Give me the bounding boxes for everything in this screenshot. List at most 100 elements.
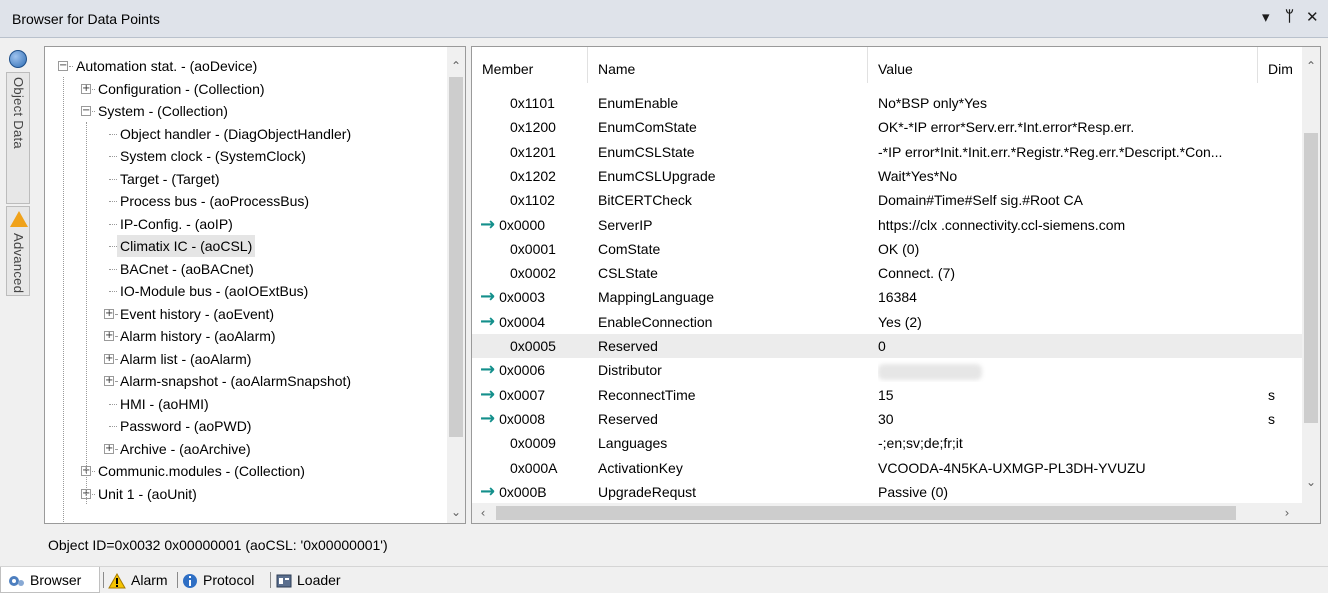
tree-connector	[109, 426, 117, 427]
expand-icon[interactable]: +	[104, 331, 114, 341]
tree-item[interactable]: Password - (aoPWD)	[45, 415, 445, 437]
tab-advanced[interactable]: Advanced	[6, 206, 30, 296]
value-cell[interactable]	[878, 358, 1258, 382]
tree-item[interactable]: + Alarm history - (aoAlarm)	[45, 325, 445, 347]
tree-item[interactable]: + Communic.modules - (Collection)	[45, 460, 445, 482]
grid-row[interactable]: 0x0009 Languages -;en;sv;de;fr;it	[472, 431, 1302, 455]
tab-protocol-label: Protocol	[203, 572, 255, 588]
scroll-down-icon[interactable]: ⌄	[1302, 473, 1320, 491]
tree-item[interactable]: Process bus - (aoProcessBus)	[45, 190, 445, 212]
tree-item[interactable]: + Event history - (aoEvent)	[45, 303, 445, 325]
pin-icon[interactable]: ᛘ	[1285, 8, 1294, 25]
value-cell[interactable]: VCOODA-4N5KA-UXMGP-PL3DH-YVUZU	[878, 456, 1258, 480]
tree-item[interactable]: IP-Config. - (aoIP)	[45, 213, 445, 235]
grid-row[interactable]: 0x1101 EnumEnable No*BSP only*Yes	[472, 91, 1302, 115]
scroll-right-icon[interactable]: ›	[1278, 504, 1296, 522]
scroll-down-icon[interactable]: ⌄	[447, 503, 465, 521]
value-cell[interactable]: -;en;sv;de;fr;it	[878, 431, 1258, 455]
tab-loader-label: Loader	[297, 572, 341, 588]
expand-icon[interactable]: +	[104, 443, 114, 454]
dim-cell: s	[1268, 410, 1275, 427]
object-tree[interactable]: − Automation stat. - (aoDevice) + Configura…	[44, 46, 466, 524]
grid-row[interactable]: → 0x0008 Reserved 30 s	[472, 407, 1302, 431]
tab-protocol[interactable]: Protocol	[182, 567, 268, 593]
tree-item[interactable]: − Automation stat. - (aoDevice)	[45, 55, 445, 77]
value-cell[interactable]: 30	[878, 407, 1258, 431]
tree-item[interactable]: − System - (Collection)	[45, 100, 445, 122]
grid-row[interactable]: 0x1200 EnumComState OK*-*IP error*Serv.err…	[472, 115, 1302, 139]
grid-row[interactable]: 0x000A ActivationKey VCOODA-4N5KA-UXMGP-PL…	[472, 456, 1302, 480]
grid-scroll-thumb[interactable]	[1304, 133, 1318, 423]
collapse-icon[interactable]: −	[81, 106, 91, 116]
grid-row[interactable]: → 0x0004 EnableConnection Yes (2)	[472, 310, 1302, 334]
value-cell[interactable]: OK*-*IP error*Serv.err.*Int.error*Resp.e…	[878, 115, 1258, 139]
value-cell[interactable]: -*IP error*Init.*Init.err.*Registr.*Reg.…	[878, 140, 1258, 164]
tree-item[interactable]: Object handler - (DiagObjectHandler)	[45, 123, 445, 145]
expand-icon[interactable]: +	[104, 376, 114, 386]
tree-item[interactable]: System clock - (SystemClock)	[45, 145, 445, 167]
grid-row[interactable]: → 0x0007 ReconnectTime 15 s	[472, 383, 1302, 407]
grid-row[interactable]: 0x1201 EnumCSLState -*IP error*Init.*Init.…	[472, 140, 1302, 164]
tree-scroll-thumb[interactable]	[449, 77, 463, 437]
value-cell[interactable]: No*BSP only*Yes	[878, 91, 1258, 115]
tab-loader[interactable]: Loader	[276, 567, 362, 593]
expand-icon[interactable]: +	[104, 308, 114, 319]
tree-item[interactable]: + Alarm-snapshot - (aoAlarmSnapshot)	[45, 370, 445, 392]
value-cell[interactable]: 0	[878, 334, 1258, 358]
scroll-up-icon[interactable]: ⌃	[1302, 57, 1320, 75]
value-cell[interactable]: Domain#Time#Self sig.#Root CA	[878, 188, 1258, 212]
column-header-member[interactable]: Member	[472, 47, 588, 83]
grid-row[interactable]: 0x0002 CSLState Connect. (7)	[472, 261, 1302, 285]
tree-item[interactable]: + Alarm list - (aoAlarm)	[45, 348, 445, 370]
tree-item[interactable]: + Archive - (aoArchive)	[45, 438, 445, 460]
object-id-status: Object ID=0x0032 0x00000001 (aoCSL: '0x0…	[48, 537, 388, 553]
value-cell[interactable]: Connect. (7)	[878, 261, 1258, 285]
tree-item[interactable]: IO-Module bus - (aoIOExtBus)	[45, 280, 445, 302]
grid-row[interactable]: → 0x0006 Distributor	[472, 358, 1302, 382]
close-icon[interactable]: ✕	[1306, 8, 1319, 26]
value-cell[interactable]: https://clx .connectivity.ccl-siemens.co…	[878, 213, 1258, 237]
tree-item[interactable]: + Unit 1 - (aoUnit)	[45, 483, 445, 505]
member-id: 0x0004	[499, 313, 546, 330]
grid-hscrollbar[interactable]: ‹ ›	[472, 503, 1302, 523]
scroll-up-icon[interactable]: ⌃	[447, 57, 465, 75]
tree-item-label: IP-Config. - (aoIP)	[120, 215, 233, 232]
tab-alarm[interactable]: Alarm	[108, 567, 178, 593]
tree-connector	[109, 246, 117, 247]
tree-item[interactable]: HMI - (aoHMI)	[45, 393, 445, 415]
grid-row[interactable]: 0x0005 Reserved 0	[472, 334, 1302, 358]
tree-item[interactable]: BACnet - (aoBACnet)	[45, 258, 445, 280]
tree-item[interactable]: + Configuration - (Collection)	[45, 78, 445, 100]
tab-object-data[interactable]: Object Data	[6, 72, 30, 204]
grid-row[interactable]: 0x1202 EnumCSLUpgrade Wait*Yes*No	[472, 164, 1302, 188]
value-cell[interactable]: Wait*Yes*No	[878, 164, 1258, 188]
member-cell: → 0x0006	[480, 358, 588, 382]
expand-icon[interactable]: +	[81, 83, 91, 94]
value-cell[interactable]: OK (0)	[878, 237, 1258, 261]
column-header-name[interactable]: Name	[588, 47, 868, 83]
value-cell[interactable]: 15	[878, 383, 1258, 407]
grid-scrollbar[interactable]: ⌃ ⌄	[1302, 47, 1320, 523]
grid-row[interactable]: → 0x0000 ServerIP https://clx .connectivit…	[472, 213, 1302, 237]
collapse-icon[interactable]: −	[58, 61, 68, 71]
member-grid[interactable]: Member Name Value Dim 0x1101 EnumEnable No…	[471, 46, 1321, 524]
value-cell[interactable]: 16384	[878, 285, 1258, 309]
tree-item[interactable]: Target - (Target)	[45, 168, 445, 190]
grid-row[interactable]: 0x1102 BitCERTCheck Domain#Time#Self sig.#…	[472, 188, 1302, 212]
column-header-dim[interactable]: Dim	[1258, 47, 1302, 83]
column-header-value[interactable]: Value	[868, 47, 1258, 83]
expand-icon[interactable]: +	[104, 353, 114, 364]
tree-scrollbar[interactable]: ⌃ ⌄	[447, 47, 465, 523]
grid-row[interactable]: → 0x0003 MappingLanguage 16384	[472, 285, 1302, 309]
dropdown-icon[interactable]: ▾	[1262, 8, 1270, 26]
value-cell[interactable]: Yes (2)	[878, 310, 1258, 334]
grid-row[interactable]: 0x0001 ComState OK (0)	[472, 237, 1302, 261]
grid-row[interactable]: → 0x000B UpgradeRequst Passive (0)	[472, 480, 1302, 504]
value-cell[interactable]: Passive (0)	[878, 480, 1258, 504]
tree-item-label: Object handler - (DiagObjectHandler)	[120, 125, 352, 142]
tree-item[interactable]: Climatix IC - (aoCSL)	[45, 235, 445, 257]
name-cell: ComState	[598, 240, 661, 257]
grid-hscroll-thumb[interactable]	[496, 506, 1236, 520]
scroll-left-icon[interactable]: ‹	[474, 504, 492, 522]
tab-browser[interactable]: Browser	[0, 567, 100, 593]
